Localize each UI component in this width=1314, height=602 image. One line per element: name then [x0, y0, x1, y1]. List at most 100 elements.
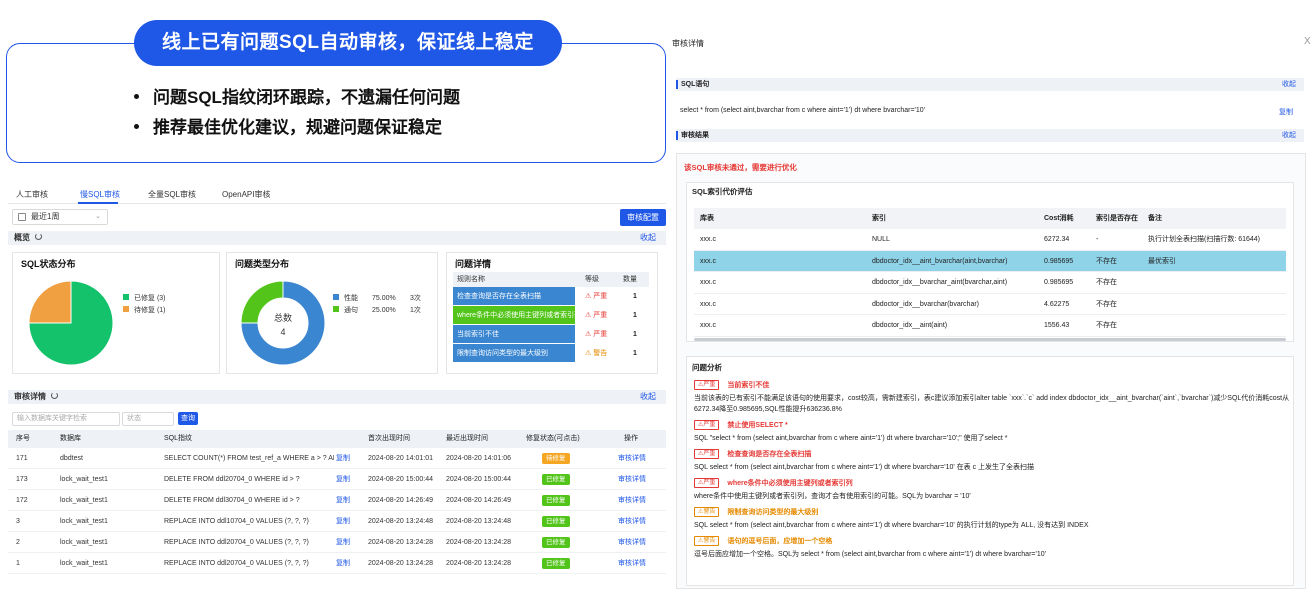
- severity-tag: ⚠警告: [694, 536, 720, 547]
- level-badge: ⚠ 警告: [585, 350, 608, 357]
- row-last-seen: 2024-08-20 13:24:48: [446, 518, 511, 525]
- horizontal-scrollbar[interactable]: [694, 338, 1286, 341]
- index-exists: 不存在: [1096, 300, 1117, 308]
- issue-row[interactable]: 限制查询访问类型的最大级别 ⚠ 警告 1: [453, 344, 649, 363]
- row-database: lock_wait_test1: [60, 497, 108, 504]
- row-sql-fingerprint: DELETE FROM ddl30704_0 WHERE id > ?: [164, 497, 300, 504]
- rule-name: where条件中必须使用主键列或者索引列: [453, 306, 575, 325]
- copy-sql-link[interactable]: 复制: [1279, 107, 1293, 117]
- copy-link[interactable]: 复制: [336, 511, 350, 532]
- copy-link[interactable]: 复制: [336, 532, 350, 553]
- analysis-item: ⚠警告 限制查询访问类型的最大级别 SQL select * from (selec…: [694, 507, 1290, 531]
- fix-status-badge[interactable]: 已修复: [542, 516, 570, 527]
- analysis-body: SQL "select * from (select aint,bvarchar…: [694, 435, 1008, 442]
- analysis-body: SQL select * from (select aint,bvarchar …: [694, 522, 1089, 529]
- rule-name: 限制查询访问类型的最大级别: [453, 344, 575, 363]
- issue-row[interactable]: where条件中必须使用主键列或者索引列 ⚠ 严重 1: [453, 306, 649, 325]
- index-row: xxx.c dbdoctor_idx__aint_bvarchar(aint,bv…: [694, 250, 1286, 272]
- fail-message: 该SQL审核未通过，需要进行优化: [684, 163, 797, 172]
- card-title: 问题详情: [455, 259, 492, 269]
- status-legend: 已修复 (3) 待修复 (1): [123, 293, 166, 317]
- fix-status-cell: 已修复: [542, 490, 570, 511]
- fix-status-badge[interactable]: 已修复: [542, 558, 570, 569]
- severity-tag: ⚠警告: [694, 507, 720, 518]
- fix-status-badge[interactable]: 已修复: [542, 495, 570, 506]
- fix-status-cell: 待修复: [542, 448, 570, 469]
- index-cost: 1556.43: [1044, 322, 1070, 329]
- copy-link[interactable]: 复制: [336, 490, 350, 511]
- analysis-item: ⚠严重 where条件中必须使用主键列或者索引列 where条件中使用主键列或者索引…: [694, 478, 1290, 502]
- analysis-heading: ⚠严重 检查查询是否存在全表扫描: [694, 449, 1290, 461]
- copy-link[interactable]: 复制: [336, 469, 350, 490]
- collapse-link[interactable]: 收起: [640, 390, 656, 404]
- fix-status-cell: 已修复: [542, 532, 570, 553]
- row-sql-fingerprint: REPLACE INTO ddl20704_0 VALUES (?, ?, ?): [164, 539, 309, 546]
- fix-status-badge[interactable]: 待修复: [542, 453, 570, 464]
- index-cost: 4.62275: [1044, 300, 1070, 308]
- collapse-link[interactable]: 收起: [640, 231, 656, 245]
- overview-header: 概览 收起: [8, 231, 666, 245]
- audit-detail-link[interactable]: 审核详情: [618, 553, 646, 574]
- collapse-link[interactable]: 收起: [1282, 78, 1296, 91]
- tab-openapi-audit[interactable]: OpenAPI审核: [222, 189, 270, 200]
- type-legend: 性能 75.00% 3次 通句 25.00% 1次: [333, 293, 421, 317]
- sql-status-card: SQL状态分布 已修复 (3) 待修复 (1): [12, 252, 220, 374]
- issue-detail-card: 问题详情 规则名称 等级 数量 检查查询是否存在全表扫描 ⚠ 严重 1 where条件…: [446, 252, 658, 374]
- refresh-icon[interactable]: [51, 392, 58, 400]
- audit-detail-header: 审核详情 收起: [8, 390, 666, 404]
- analysis-rule-title: where条件中必须使用主键列或者索引列: [727, 480, 853, 487]
- row-first-seen: 2024-08-20 15:00:44: [368, 476, 433, 483]
- legend-swatch: [333, 294, 339, 301]
- issue-type-donut: 总数 4: [240, 280, 326, 366]
- result-section-header: 审核结果 收起: [676, 129, 1304, 142]
- issue-row[interactable]: 检查查询是否存在全表扫描 ⚠ 严重 1: [453, 287, 649, 306]
- slow-sql-audit-panel: 人工审核 慢SQL审核 全量SQL审核 OpenAPI审核 最近1周 ⌄ 审核配…: [8, 182, 666, 577]
- sql-status-pie: [28, 280, 114, 366]
- audit-detail-link[interactable]: 审核详情: [618, 448, 646, 469]
- drawer-title: 审核详情: [672, 39, 704, 48]
- audit-config-button[interactable]: 审核配置: [620, 209, 666, 226]
- status-select[interactable]: 状态: [122, 412, 174, 426]
- row-id: 3: [16, 518, 20, 525]
- index-cost: 0.985695: [1044, 279, 1074, 286]
- close-icon[interactable]: X: [1304, 36, 1311, 47]
- table-row: 172 lock_wait_test1 DELETE FROM ddl30704_0…: [8, 490, 666, 511]
- row-id: 2: [16, 539, 20, 546]
- copy-link[interactable]: 复制: [336, 448, 350, 469]
- fix-status-badge[interactable]: 已修复: [542, 474, 570, 485]
- date-range-select[interactable]: 最近1周 ⌄: [12, 209, 108, 225]
- tab-manual-audit[interactable]: 人工审核: [16, 189, 48, 200]
- rule-name: 检查查询是否存在全表扫描: [453, 287, 575, 306]
- copy-link[interactable]: 复制: [336, 553, 350, 574]
- row-sql-fingerprint: SELECT COUNT(*) FROM test_ref_a WHERE a …: [164, 455, 334, 462]
- audit-detail-link[interactable]: 审核详情: [618, 469, 646, 490]
- index-cost: 6272.34: [1044, 236, 1070, 243]
- collapse-link[interactable]: 收起: [1282, 129, 1296, 142]
- fix-status-badge[interactable]: 已修复: [542, 537, 570, 548]
- analysis-item: ⚠严重 禁止使用SELECT * SQL "select * from (selec…: [694, 420, 1290, 444]
- sql-statement: select * from (select aint,bvarchar from…: [680, 107, 926, 114]
- row-first-seen: 2024-08-20 13:24:28: [368, 539, 433, 546]
- tab-full-sql-audit[interactable]: 全量SQL审核: [148, 189, 196, 200]
- index-name: dbdoctor_idx__bvarchar(bvarchar): [872, 300, 979, 308]
- fix-status-cell: 已修复: [542, 511, 570, 532]
- row-database: dbdtest: [60, 455, 83, 462]
- pie-slice-pending[interactable]: [28, 280, 72, 324]
- refresh-icon[interactable]: [35, 233, 42, 241]
- legend-item: 已修复 (3): [123, 293, 166, 305]
- audit-table: 序号 数据库 SQL指纹 首次出现时间 最近出现时间 修复状态(可点击) 操作 …: [8, 430, 666, 574]
- row-id: 172: [16, 497, 28, 504]
- tab-slow-sql-audit[interactable]: 慢SQL审核: [80, 189, 120, 200]
- audit-detail-link[interactable]: 审核详情: [618, 532, 646, 553]
- card-title: 问题类型分布: [235, 259, 290, 269]
- issue-row[interactable]: 当前索引不佳 ⚠ 严重 1: [453, 325, 649, 344]
- query-button[interactable]: 查询: [178, 412, 198, 425]
- index-table: xxx.c: [700, 236, 716, 243]
- analysis-heading: ⚠警告 限制查询访问类型的最大级别: [694, 507, 1290, 519]
- legend-swatch: [123, 294, 129, 301]
- audit-detail-link[interactable]: 审核详情: [618, 490, 646, 511]
- card-title: SQL状态分布: [21, 259, 76, 269]
- analysis-rule-title: 禁止使用SELECT *: [727, 422, 788, 429]
- audit-detail-link[interactable]: 审核详情: [618, 511, 646, 532]
- database-search-input[interactable]: 输入数据库关键字检索: [12, 412, 120, 426]
